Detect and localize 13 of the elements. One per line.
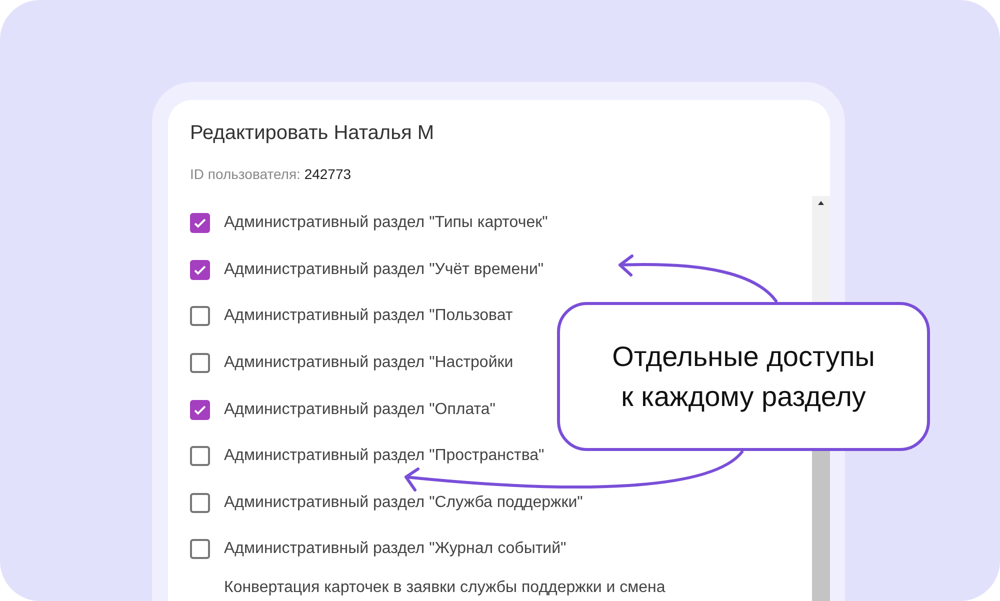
permission-label: Административный раздел "Журнал событий": [224, 540, 566, 558]
dialog-title: Редактировать Наталья М: [189, 121, 436, 146]
callout-text: к каждому разделу: [621, 380, 866, 414]
permission-label: Административный раздел "Типы карточек": [224, 214, 548, 232]
permission-label: Административный раздел "Оплата": [224, 400, 496, 419]
permission-label: Административный раздел "Пользоват: [224, 307, 513, 326]
user-id-text: ID пользователя: 242773: [189, 165, 352, 182]
permission-label: Конвертация карточек в заявки службы поддержки и смена: [223, 578, 666, 597]
callout-text: Отдельные доступы: [612, 340, 875, 374]
permission-label: Административный раздел "Учёт времени": [224, 260, 544, 279]
permission-label: Административный раздел "Настройки: [224, 354, 514, 372]
permission-label: Административный раздел "Служба поддержки": [224, 494, 583, 512]
permission-label: Административный раздел "Пространства": [224, 447, 544, 466]
